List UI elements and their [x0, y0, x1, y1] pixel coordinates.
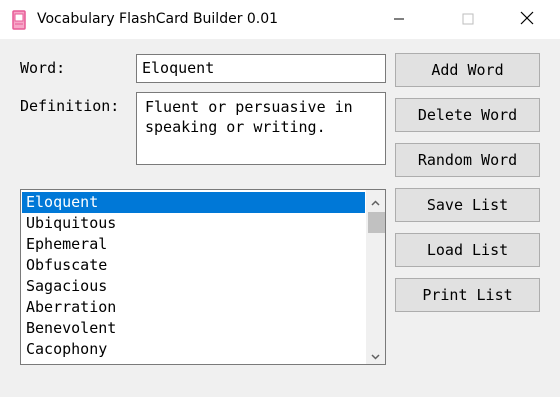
add-word-button[interactable]: Add Word	[395, 53, 540, 87]
word-listbox[interactable]: Eloquent Ubiquitous Ephemeral Obfuscate …	[20, 189, 386, 365]
delete-word-button[interactable]: Delete Word	[395, 98, 540, 132]
list-item[interactable]: Sagacious	[22, 276, 365, 297]
word-label: Word:	[20, 59, 66, 77]
list-item[interactable]: Ubiquitous	[22, 213, 365, 234]
chevron-up-icon	[371, 191, 380, 210]
word-input-value: Eloquent	[142, 59, 215, 77]
print-list-button[interactable]: Print List	[395, 278, 540, 312]
list-item[interactable]: Aberration	[22, 297, 365, 318]
list-item[interactable]: Benevolent	[22, 318, 365, 339]
list-item[interactable]: Eloquent	[22, 192, 365, 213]
save-list-button[interactable]: Save List	[395, 188, 540, 222]
maximize-button[interactable]	[445, 0, 491, 39]
definition-textarea[interactable]: Fluent or persuasive in speaking or writ…	[136, 92, 386, 165]
scroll-down-button[interactable]	[366, 344, 385, 364]
list-scrollbar[interactable]	[366, 190, 385, 364]
close-button[interactable]	[504, 0, 550, 39]
scroll-up-button[interactable]	[366, 190, 385, 210]
title-bar: Vocabulary FlashCard Builder 0.01	[0, 0, 560, 39]
maximize-icon	[462, 10, 474, 29]
close-icon	[520, 10, 534, 29]
list-item[interactable]: Ephemeral	[22, 234, 365, 255]
minimize-button[interactable]	[376, 0, 422, 39]
random-word-button[interactable]: Random Word	[395, 143, 540, 177]
definition-label: Definition:	[20, 97, 120, 115]
window-title: Vocabulary FlashCard Builder 0.01	[37, 11, 279, 27]
definition-text: Fluent or persuasive in speaking or writ…	[145, 98, 353, 136]
list-item[interactable]: Cacophony	[22, 339, 365, 360]
word-list-items: Eloquent Ubiquitous Ephemeral Obfuscate …	[22, 192, 365, 360]
list-item[interactable]: Obfuscate	[22, 255, 365, 276]
scroll-thumb[interactable]	[368, 212, 385, 233]
minimize-icon	[393, 10, 405, 29]
chevron-down-icon	[371, 345, 380, 364]
word-input[interactable]: Eloquent	[136, 54, 386, 83]
load-list-button[interactable]: Load List	[395, 233, 540, 267]
flashcard-app-icon	[12, 10, 26, 30]
